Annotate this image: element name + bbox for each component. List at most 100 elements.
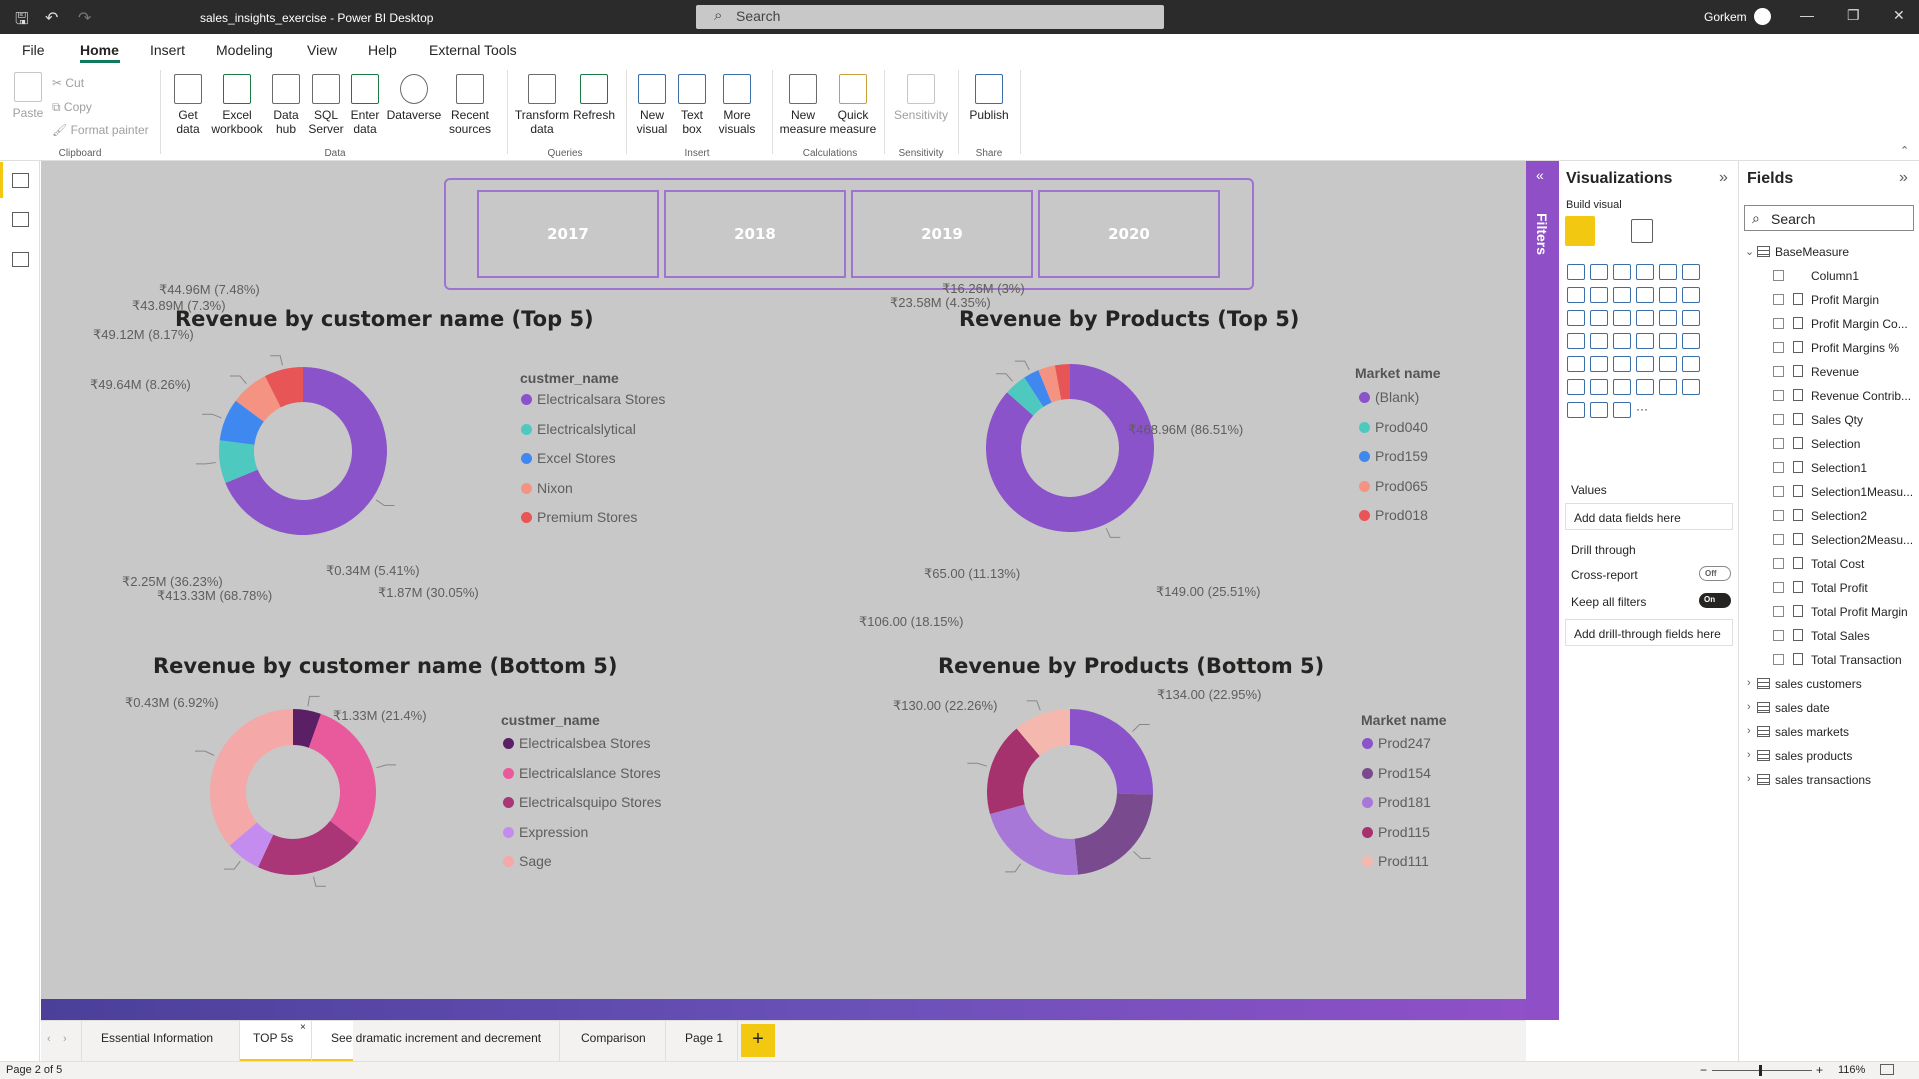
field-item[interactable]: Total Transaction [1773, 653, 1913, 669]
new-visual-button[interactable]: New visual [632, 74, 672, 136]
menu-insert[interactable]: Insert [150, 42, 185, 58]
table-item[interactable]: › sales transactions [1745, 773, 1915, 789]
field-item[interactable]: Selection1 [1773, 461, 1913, 477]
field-checkbox[interactable] [1773, 270, 1784, 281]
visual-type-icon[interactable] [1636, 264, 1654, 280]
field-item[interactable]: Total Cost [1773, 557, 1913, 573]
paste-button[interactable]: Paste [10, 72, 46, 120]
visual-type-icon[interactable] [1567, 264, 1585, 280]
visual-type-icon[interactable] [1590, 287, 1608, 303]
visual-type-icon[interactable] [1613, 264, 1631, 280]
publish-button[interactable]: Publish [964, 74, 1014, 122]
visual-type-icon[interactable] [1682, 333, 1700, 349]
visual-type-icon[interactable] [1567, 379, 1585, 395]
visual-type-icon[interactable] [1613, 402, 1631, 418]
visual-type-icon[interactable] [1613, 310, 1631, 326]
quick-measure-button[interactable]: Quick measure [828, 74, 878, 136]
get-data-button[interactable]: Get data [168, 74, 208, 136]
cross-report-toggle[interactable]: Off [1699, 566, 1731, 581]
field-item[interactable]: Total Sales [1773, 629, 1913, 645]
zoom-slider[interactable] [1712, 1070, 1812, 1071]
collapse-viz-icon[interactable]: » [1719, 169, 1728, 187]
field-item[interactable]: Selection [1773, 437, 1913, 453]
field-item[interactable]: Profit Margin Co... [1773, 317, 1913, 333]
visual-type-icon[interactable] [1636, 310, 1654, 326]
field-item[interactable]: Profit Margin [1773, 293, 1913, 309]
visual-type-icon[interactable] [1613, 287, 1631, 303]
tab-comparison[interactable]: Comparison [581, 1031, 646, 1045]
table-item[interactable]: › sales products [1745, 749, 1915, 765]
collapse-ribbon-icon[interactable]: ⌃ [1900, 144, 1909, 157]
build-visual-icon[interactable] [1565, 216, 1595, 246]
visual-type-icon[interactable] [1567, 310, 1585, 326]
keep-filters-toggle[interactable]: On [1699, 593, 1731, 608]
enter-data-button[interactable]: Enter data [347, 74, 383, 136]
field-checkbox[interactable] [1773, 558, 1784, 569]
transform-data-button[interactable]: Transform data [514, 74, 570, 136]
visual-type-icon[interactable] [1682, 264, 1700, 280]
report-canvas[interactable]: 2017 2018 2019 2020 Revenue by customer … [41, 161, 1526, 1020]
menu-help[interactable]: Help [368, 42, 397, 58]
field-item[interactable]: Revenue Contrib... [1773, 389, 1913, 405]
redo-icon[interactable]: ↷ [78, 8, 91, 28]
field-checkbox[interactable] [1773, 486, 1784, 497]
minimize-icon[interactable]: — [1800, 7, 1814, 23]
menu-view[interactable]: View [307, 42, 337, 58]
visual-type-icon[interactable] [1682, 310, 1700, 326]
close-icon[interactable]: ✕ [1893, 7, 1905, 24]
zoom-slider-thumb[interactable] [1759, 1065, 1762, 1076]
excel-workbook-button[interactable]: Excel workbook [210, 74, 264, 136]
visual-type-icon[interactable] [1636, 287, 1654, 303]
visual-type-icon[interactable] [1636, 379, 1654, 395]
visual-type-icon[interactable] [1590, 310, 1608, 326]
visual-type-icon[interactable] [1613, 333, 1631, 349]
fit-to-page-icon[interactable] [1880, 1064, 1894, 1075]
visual-type-icon[interactable] [1613, 379, 1631, 395]
visual-type-icon[interactable] [1590, 356, 1608, 372]
sql-server-button[interactable]: SQL Server [308, 74, 344, 136]
format-painter-button[interactable]: 🖌 Format painter [52, 123, 149, 137]
field-item[interactable]: Total Profit [1773, 581, 1913, 597]
visual-type-icon[interactable] [1659, 264, 1677, 280]
report-view-icon[interactable] [12, 173, 29, 188]
expand-filters-icon[interactable]: « [1536, 167, 1544, 183]
visual-type-icon[interactable] [1567, 333, 1585, 349]
visual-type-icon[interactable] [1636, 333, 1654, 349]
menu-external-tools[interactable]: External Tools [429, 42, 517, 58]
avatar[interactable] [1754, 8, 1771, 25]
field-item[interactable]: Selection2Measu... [1773, 533, 1913, 549]
tab-dramatic-increment[interactable]: See dramatic increment and decrement [331, 1031, 541, 1045]
drill-through-well[interactable]: Add drill-through fields here [1565, 619, 1733, 646]
field-checkbox[interactable] [1773, 654, 1784, 665]
donut-charts[interactable]: ₹413.33M (68.78%) ₹49.64M (8.26%) ₹49.12M … [41, 161, 1526, 999]
field-item[interactable]: Column1 [1773, 269, 1913, 285]
new-measure-button[interactable]: New measure [778, 74, 828, 136]
visual-type-icon[interactable] [1590, 379, 1608, 395]
visual-type-icon[interactable] [1567, 402, 1585, 418]
field-checkbox[interactable] [1773, 366, 1784, 377]
donut-slice[interactable] [308, 713, 377, 843]
field-checkbox[interactable] [1773, 294, 1784, 305]
search-input[interactable]: ⌕ Search [696, 5, 1164, 29]
field-checkbox[interactable] [1773, 318, 1784, 329]
donut-slice[interactable] [1070, 709, 1154, 795]
visual-type-icon[interactable] [1636, 356, 1654, 372]
copy-button[interactable]: ⧉ Copy [52, 100, 92, 115]
filters-pane[interactable]: « Filters [1526, 161, 1559, 1020]
tab-next-icon[interactable]: › [63, 1033, 67, 1045]
more-visuals-button[interactable]: More visuals [712, 74, 762, 136]
tab-page-1[interactable]: Page 1 [685, 1031, 723, 1045]
values-well[interactable]: Add data fields here [1565, 503, 1733, 530]
format-visual-icon[interactable] [1631, 219, 1653, 243]
menu-home[interactable]: Home [80, 42, 119, 58]
visual-type-icon[interactable] [1682, 379, 1700, 395]
table-item[interactable]: › sales customers [1745, 677, 1915, 693]
cut-button[interactable]: ✂ Cut [52, 76, 84, 90]
field-checkbox[interactable] [1773, 390, 1784, 401]
zoom-in-icon[interactable]: + [1816, 1063, 1823, 1077]
restore-icon[interactable]: ❐ [1847, 7, 1860, 24]
more-visuals-icon[interactable]: ··· [1636, 402, 1654, 418]
visual-type-icon[interactable] [1590, 402, 1608, 418]
field-item[interactable]: Profit Margins % [1773, 341, 1913, 357]
field-checkbox[interactable] [1773, 414, 1784, 425]
